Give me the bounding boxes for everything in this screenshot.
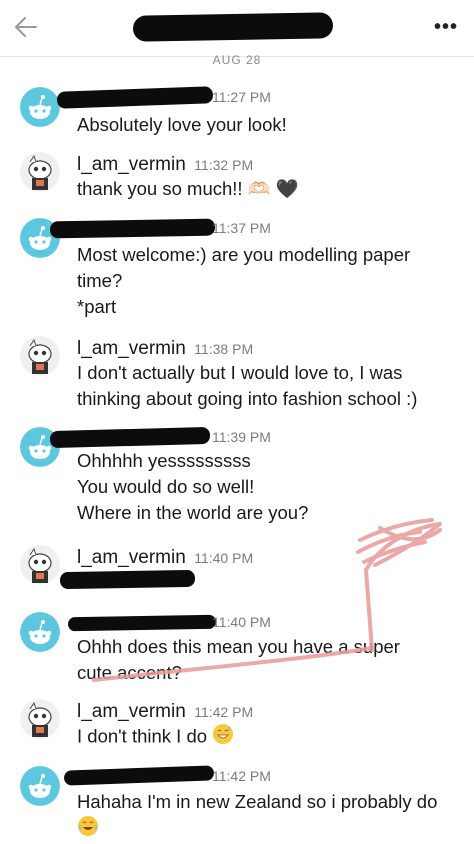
message-meta: 11:27 PM [208,89,271,111]
snoo-avatar-icon [20,612,60,652]
avatar[interactable] [20,87,60,127]
username[interactable]: l_am_vermin [77,338,186,359]
date-separator: AUG 28 [212,53,262,67]
back-button[interactable] [10,10,44,44]
message-line: I don't actually but I would love to, I … [77,362,403,383]
timestamp: 11:40 PM [212,614,271,630]
username-redaction [56,86,214,109]
username[interactable]: l_am_vermin [77,154,186,175]
message-meta: l_am_vermin 11:42 PM [77,701,253,723]
message-line: *part [77,296,117,317]
message-line: Ohhhhh yesssssssss [77,450,251,471]
avatar[interactable] [20,545,60,585]
message-line: thank you so much!! 🫶🏻 🖤 [77,178,299,199]
message-text: Absolutely love your look! [77,112,457,138]
timestamp: 11:42 PM [212,768,271,784]
avatar[interactable] [20,336,60,376]
chat-header: ••• [0,0,474,57]
timestamp: 11:40 PM [194,550,254,566]
message-line: time? [77,270,123,291]
avatar[interactable] [20,152,60,192]
snoo-vermin-avatar-icon [20,336,60,376]
timestamp: 11:42 PM [194,704,254,720]
message-text: I don't think I do [77,723,457,752]
timestamp: 11:32 PM [194,157,254,173]
message-text: Ohhh does this mean you have a super cut… [77,634,457,686]
emoji-line [77,815,457,839]
more-options-button[interactable]: ••• [434,16,458,39]
snoo-vermin-avatar-icon [20,699,60,739]
grinning-sweat-emoji-icon [212,723,234,752]
message-meta: 11:37 PM [208,220,271,242]
message-text: I don't actually but I would love to, I … [77,360,457,412]
message-meta: l_am_vermin 11:38 PM [77,338,253,360]
message-text: Hahaha I'm in new Zealand so i probably … [77,789,457,839]
message-meta: 11:40 PM [208,614,271,636]
message-line: thinking about going into fashion school… [77,388,418,409]
header-title-redaction [132,12,334,42]
message-line: Most welcome:) are you modelling paper [77,244,411,265]
username[interactable]: l_am_vermin [77,547,186,568]
snoo-avatar-icon [20,766,60,806]
timestamp: 11:27 PM [212,89,271,105]
message-line: Ohhh does this mean you have a super [77,636,400,657]
message-line: Where in the world are you? [77,502,309,523]
avatar[interactable] [20,699,60,739]
message-line: I don't think I do [77,725,208,747]
message-text-redaction [59,569,196,590]
message-line: Hahaha I'm in new Zealand so i probably … [77,791,438,812]
message-meta: l_am_vermin 11:40 PM [77,547,253,569]
snoo-vermin-avatar-icon [20,545,60,585]
message-text: Most welcome:) are you modelling paper t… [77,242,457,320]
timestamp: 11:38 PM [194,341,254,357]
message-text: Ohhhhh yesssssssss You would do so well!… [77,448,457,526]
username-redaction [67,614,217,632]
message-line: You would do so well! [77,476,255,497]
message-text: thank you so much!! 🫶🏻 🖤 [77,176,457,202]
snoo-vermin-avatar-icon [20,152,60,192]
username-redaction [49,426,211,449]
message-line: cute accent? [77,662,182,683]
message-meta: 11:42 PM [208,768,271,790]
message-line: Absolutely love your look! [77,114,287,135]
timestamp: 11:37 PM [212,220,271,236]
username-redaction [49,218,216,239]
message-meta: l_am_vermin 11:32 PM [77,154,253,176]
username-redaction [63,765,215,786]
username[interactable]: l_am_vermin [77,701,186,722]
avatar[interactable] [20,766,60,806]
arrow-left-icon [15,17,37,37]
tears-of-joy-emoji-icon [77,815,99,844]
timestamp: 11:39 PM [212,429,271,445]
snoo-avatar-icon [20,87,60,127]
avatar[interactable] [20,612,60,652]
